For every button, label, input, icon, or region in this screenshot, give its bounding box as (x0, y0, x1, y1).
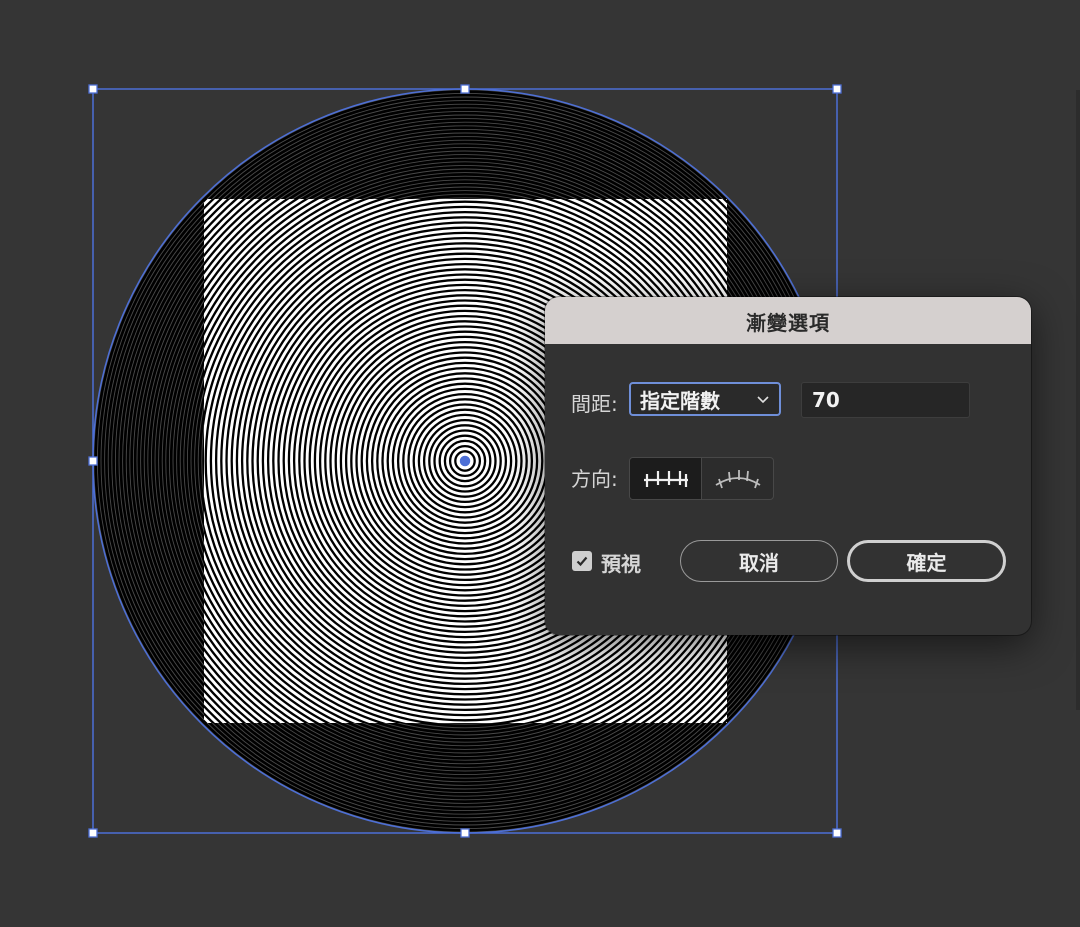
direction-label: 方向: (571, 467, 618, 491)
orientation-toggle-group (629, 457, 774, 500)
panel-edge (1076, 90, 1080, 710)
align-to-page-icon (643, 470, 688, 487)
blend-options-dialog: 漸變選項 間距: 指定階數 70 方向: 預視 取消 確定 (545, 297, 1031, 635)
dialog-title: 漸變選項 (746, 310, 830, 335)
handle-left[interactable] (88, 456, 98, 466)
align-to-path-button[interactable] (702, 458, 773, 499)
dialog-titlebar[interactable]: 漸變選項 (545, 297, 1031, 344)
handle-bottom-left[interactable] (88, 828, 98, 838)
preview-label[interactable]: 預視 (601, 548, 641, 577)
handle-top-left[interactable] (88, 84, 98, 94)
preview-checkbox[interactable] (572, 551, 592, 571)
ok-button[interactable]: 確定 (847, 540, 1006, 582)
align-to-page-button[interactable] (630, 458, 702, 499)
chevron-down-icon (757, 396, 769, 404)
cancel-button[interactable]: 取消 (680, 540, 838, 582)
spacing-dropdown-value: 指定階數 (640, 388, 720, 413)
handle-top[interactable] (460, 84, 470, 94)
handle-top-right[interactable] (832, 84, 842, 94)
spacing-dropdown[interactable]: 指定階數 (629, 382, 781, 416)
handle-bottom[interactable] (460, 828, 470, 838)
align-to-path-icon (715, 469, 760, 488)
handle-bottom-right[interactable] (832, 828, 842, 838)
center-point[interactable] (458, 454, 472, 468)
spacing-label: 間距: (571, 392, 618, 416)
checkmark-icon (576, 556, 588, 567)
specified-steps-input[interactable]: 70 (801, 382, 970, 418)
